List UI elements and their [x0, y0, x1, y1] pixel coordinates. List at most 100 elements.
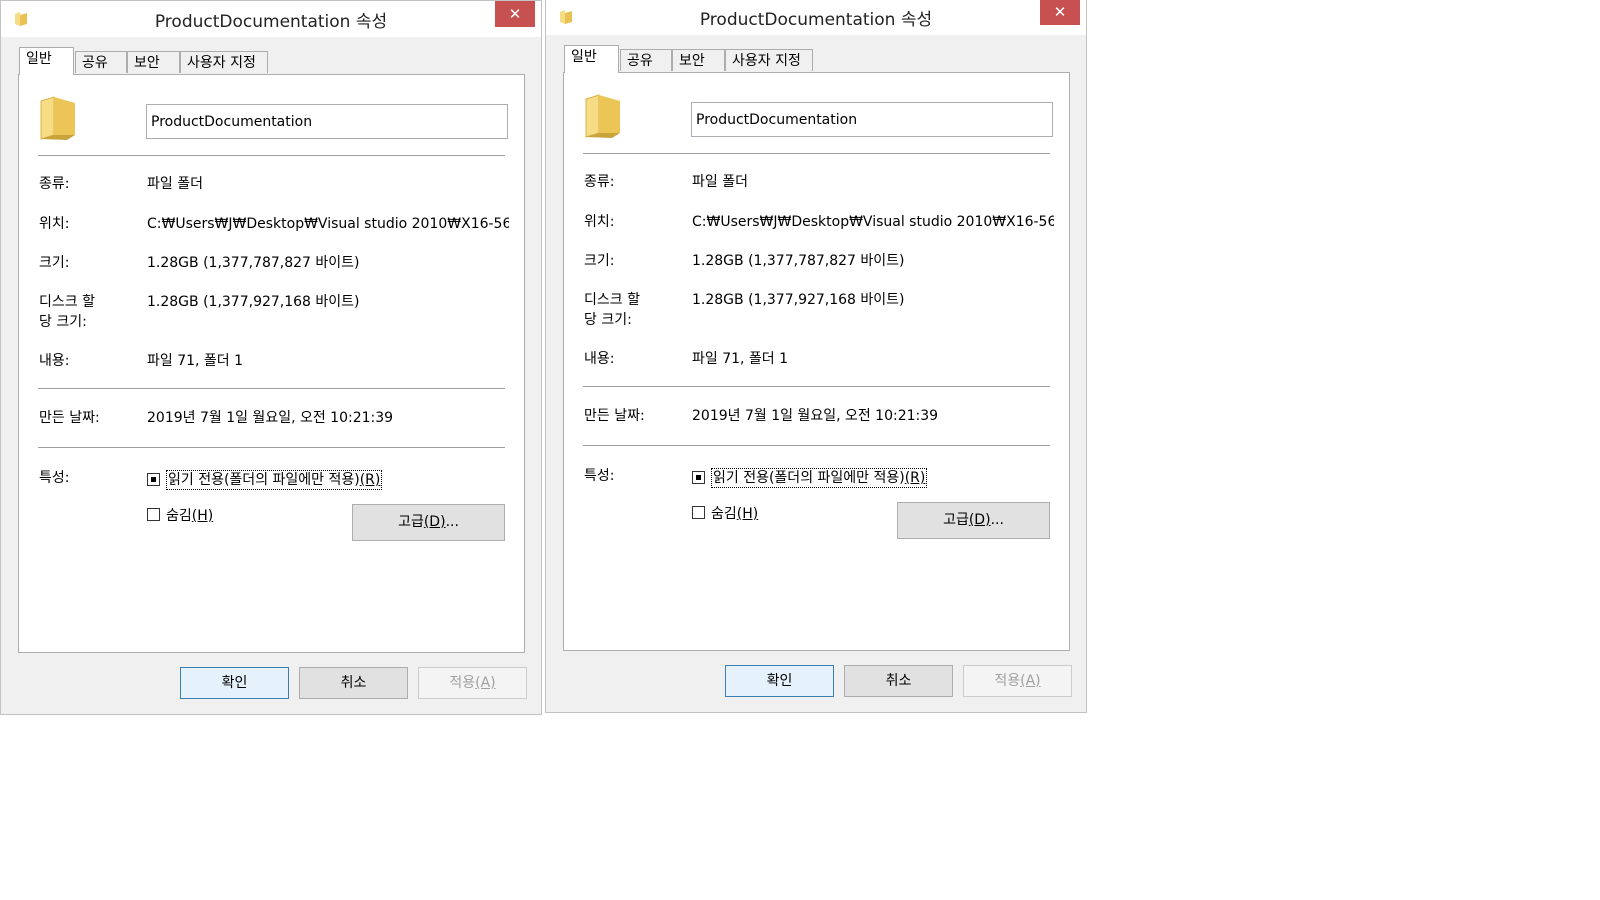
readonly-text: 읽기 전용(폴더의 파일에만 적용) — [713, 470, 905, 486]
indeterminate-mark — [696, 475, 701, 480]
cancel-button[interactable]: 취소 — [844, 665, 953, 697]
contents-label: 내용: — [584, 351, 615, 367]
readonly-label[interactable]: 읽기 전용(폴더의 파일에만 적용)(R) — [166, 470, 383, 490]
cancel-button[interactable]: 취소 — [299, 667, 408, 699]
readonly-label[interactable]: 읽기 전용(폴더의 파일에만 적용)(R) — [711, 468, 928, 488]
hidden-checkbox[interactable] — [692, 506, 705, 519]
created-label: 만든 날짜: — [39, 410, 100, 426]
general-tab-panel: 종류: 파일 폴더 위치: C:₩Users₩J₩Desktop₩Visual … — [563, 72, 1070, 651]
contents-value: 파일 71, 폴더 1 — [692, 351, 789, 367]
apply-button[interactable]: 적용(A) — [963, 665, 1072, 697]
disk-size-label: 디스크 할 당 크기: — [39, 292, 139, 332]
general-tab-panel: 종류: 파일 폴더 위치: C:₩Users₩J₩Desktop₩Visual … — [18, 74, 525, 653]
tab-sharing[interactable]: 공유 — [620, 49, 672, 71]
type-label: 종류: — [39, 176, 70, 192]
window-title: ProductDocumentation 속성 — [154, 12, 388, 32]
tab-label: 일반 — [571, 49, 597, 65]
hidden-checkbox[interactable] — [147, 508, 160, 521]
disk-size-value: 1.28GB (1,377,927,168 바이트) — [147, 294, 360, 310]
hidden-accesskey: (H) — [736, 506, 759, 522]
folder-name-input[interactable] — [146, 104, 508, 139]
disk-size-label: 디스크 할 당 크기: — [584, 290, 684, 330]
ok-button[interactable]: 확인 — [725, 665, 834, 697]
title-bar[interactable]: ProductDocumentation 속성 ✕ — [546, 0, 1086, 35]
location-label: 위치: — [584, 214, 615, 230]
properties-dialog: ProductDocumentation 속성 ✕ 일반 공유 보안 사용자 지… — [545, 0, 1087, 713]
advanced-accesskey: (D) — [423, 514, 446, 530]
tab-label: 일반 — [26, 51, 52, 67]
tab-customize[interactable]: 사용자 지정 — [725, 49, 813, 71]
window-title: ProductDocumentation 속성 — [699, 10, 933, 30]
readonly-text: 읽기 전용(폴더의 파일에만 적용) — [168, 472, 360, 488]
advanced-button[interactable]: 고급(D)... — [897, 502, 1050, 539]
close-icon: ✕ — [508, 5, 522, 23]
separator — [38, 447, 505, 448]
close-button[interactable]: ✕ — [495, 1, 535, 27]
hidden-text: 숨김 — [166, 508, 192, 524]
folder-icon — [40, 96, 75, 140]
disk-size-label-line2: 당 크기: — [584, 312, 632, 328]
advanced-button[interactable]: 고급(D)... — [352, 504, 505, 541]
readonly-accesskey: (R) — [904, 470, 926, 486]
size-label: 크기: — [39, 255, 70, 271]
advanced-text: 고급 — [943, 512, 969, 528]
type-value: 파일 폴더 — [147, 176, 203, 192]
disk-size-label-line1: 디스크 할 — [39, 294, 95, 310]
apply-text: 적용 — [449, 675, 476, 691]
hidden-label[interactable]: 숨김(H) — [711, 504, 758, 524]
advanced-ellipsis: ... — [990, 512, 1004, 528]
apply-accesskey: (A) — [1020, 673, 1041, 689]
hidden-accesskey: (H) — [191, 508, 214, 524]
hidden-label[interactable]: 숨김(H) — [166, 506, 213, 526]
folder-icon — [585, 94, 620, 138]
attributes-label: 특성: — [39, 470, 70, 486]
apply-accesskey: (A) — [475, 675, 496, 691]
disk-size-label-line2: 당 크기: — [39, 314, 87, 330]
tab-customize[interactable]: 사용자 지정 — [180, 51, 268, 73]
tab-sharing[interactable]: 공유 — [75, 51, 127, 73]
indeterminate-mark — [151, 477, 156, 482]
close-icon: ✕ — [1053, 3, 1067, 21]
apply-button[interactable]: 적용(A) — [418, 667, 527, 699]
folder-name-input[interactable] — [691, 102, 1053, 137]
advanced-text: 고급 — [398, 514, 424, 530]
separator — [583, 386, 1050, 387]
separator — [583, 153, 1050, 154]
advanced-ellipsis: ... — [445, 514, 459, 530]
disk-size-label-line1: 디스크 할 — [584, 292, 640, 308]
created-value: 2019년 7월 1일 월요일, 오전 10:21:39 — [692, 408, 939, 424]
readonly-checkbox[interactable] — [147, 473, 160, 486]
tab-label: 보안 — [679, 53, 705, 69]
tab-label: 보안 — [134, 55, 160, 71]
advanced-accesskey: (D) — [968, 512, 991, 528]
attributes-label: 특성: — [584, 468, 615, 484]
size-value: 1.28GB (1,377,787,827 바이트) — [692, 253, 905, 269]
close-button[interactable]: ✕ — [1040, 0, 1080, 25]
apply-text: 적용 — [994, 673, 1021, 689]
tab-security[interactable]: 보안 — [127, 51, 180, 73]
type-value: 파일 폴더 — [692, 174, 748, 190]
location-label: 위치: — [39, 216, 70, 232]
size-value: 1.28GB (1,377,787,827 바이트) — [147, 255, 360, 271]
type-label: 종류: — [584, 174, 615, 190]
tab-label: 사용자 지정 — [187, 55, 256, 71]
size-label: 크기: — [584, 253, 615, 269]
contents-value: 파일 71, 폴더 1 — [147, 353, 244, 369]
tab-general[interactable]: 일반 — [564, 45, 619, 73]
ok-button[interactable]: 확인 — [180, 667, 289, 699]
disk-size-value: 1.28GB (1,377,927,168 바이트) — [692, 292, 905, 308]
title-bar[interactable]: ProductDocumentation 속성 ✕ — [1, 1, 541, 37]
location-value: C:₩Users₩J₩Desktop₩Visual studio 2010₩X1… — [147, 216, 509, 232]
location-value: C:₩Users₩J₩Desktop₩Visual studio 2010₩X1… — [692, 214, 1054, 230]
separator — [38, 155, 505, 156]
hidden-text: 숨김 — [711, 506, 737, 522]
tab-label: 사용자 지정 — [732, 53, 801, 69]
readonly-checkbox[interactable] — [692, 471, 705, 484]
separator — [38, 388, 505, 389]
tab-general[interactable]: 일반 — [19, 47, 74, 75]
created-value: 2019년 7월 1일 월요일, 오전 10:21:39 — [147, 410, 394, 426]
tab-security[interactable]: 보안 — [672, 49, 725, 71]
created-label: 만든 날짜: — [584, 408, 645, 424]
readonly-accesskey: (R) — [359, 472, 381, 488]
separator — [583, 445, 1050, 446]
